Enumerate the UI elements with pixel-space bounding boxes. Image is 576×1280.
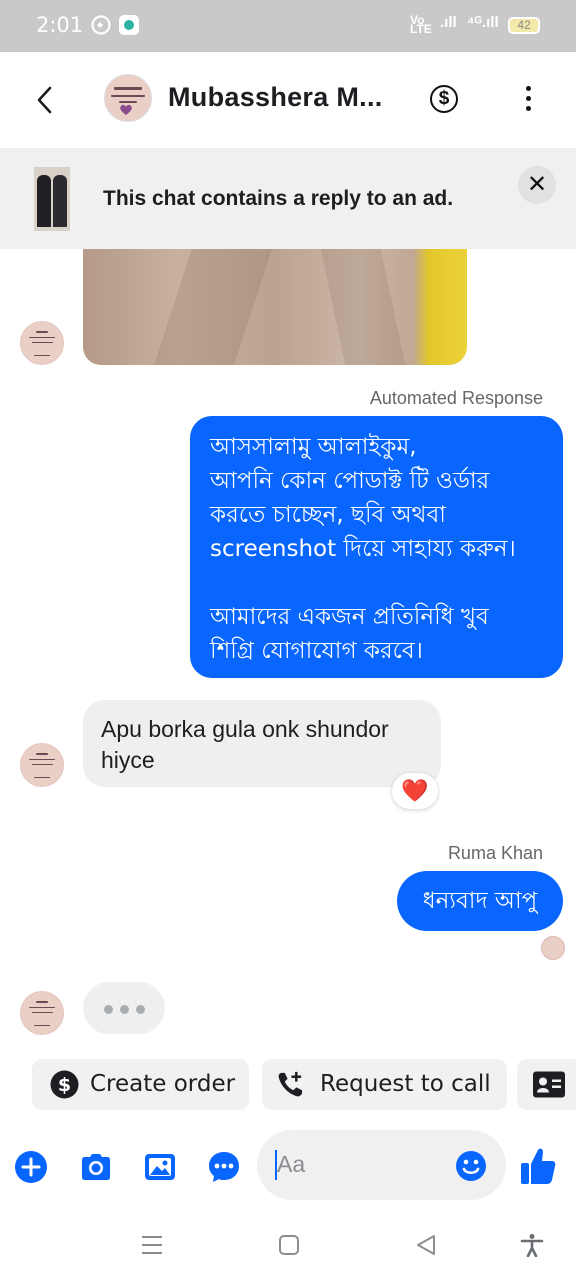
close-icon[interactable]: ✕ — [518, 166, 556, 204]
chat-header: Mubasshera M... $ — [0, 52, 576, 146]
message-input-placeholder: Aa — [277, 1151, 306, 1177]
contact-avatar-small — [20, 321, 64, 365]
chat-bubble-icon[interactable] — [207, 1150, 241, 1184]
message-line: করতে চাচ্ছেন, ছবি অথবা — [210, 502, 446, 528]
accessibility-icon[interactable] — [520, 1233, 544, 1257]
back-arrow-icon[interactable] — [34, 86, 56, 114]
plus-icon[interactable] — [14, 1150, 48, 1184]
image-message[interactable] — [83, 249, 467, 365]
system-nav-bar — [0, 1208, 576, 1280]
request-call-label: Request to call — [320, 1071, 491, 1097]
battery-indicator: 42 — [508, 17, 540, 34]
message-text: ধন্যবাদ আপু — [422, 888, 538, 914]
phone-add-icon — [278, 1071, 303, 1097]
signal-strength-1: .ıll — [440, 14, 457, 31]
gallery-icon[interactable] — [143, 1150, 177, 1184]
messenger-chat-screen: 2:01 Vo LTE .ıll ⁴ᴳ.ıll 42 Mubasshera M.… — [0, 0, 576, 1280]
ad-banner-text: This chat contains a reply to an ad. — [103, 187, 454, 210]
automated-response-label: Automated Response — [369, 388, 543, 408]
message-text: Apu borka gula onk shundor hiyce — [101, 716, 389, 773]
message-line: screenshot দিয়ে সাহায্য করুন। — [210, 536, 516, 562]
contact-name[interactable]: Mubasshera M... — [168, 82, 383, 113]
outgoing-message[interactable]: আসসালামু আলাইকুম, আপনি কোন পোডাক্ট টি ওর… — [190, 416, 563, 678]
recent-apps-icon[interactable] — [140, 1233, 164, 1257]
ad-reply-banner: This chat contains a reply to an ad. — [0, 148, 576, 249]
heart-reaction-icon[interactable]: ❤️ — [392, 773, 438, 809]
contact-card-button[interactable] — [517, 1059, 576, 1110]
thumbs-up-icon[interactable] — [520, 1146, 556, 1186]
signal-strength-2: ⁴ᴳ.ıll — [467, 14, 499, 31]
contact-avatar[interactable] — [104, 74, 152, 122]
more-vertical-icon[interactable] — [516, 84, 540, 114]
sync-icon — [91, 15, 111, 35]
contact-avatar-small — [20, 743, 64, 787]
incoming-message[interactable]: Apu borka gula onk shundor hiyce — [83, 700, 441, 787]
create-order-button[interactable]: $ Create order — [32, 1059, 249, 1110]
dollar-circle-icon[interactable]: $ — [430, 85, 458, 113]
message-line: আসসালামু আলাইকুম, — [210, 434, 417, 460]
status-time: 2:01 — [36, 13, 84, 37]
status-bar: 2:01 Vo LTE .ıll ⁴ᴳ.ıll 42 — [0, 0, 576, 52]
message-line: শিগ্রি যোগাযোগ করবে। — [210, 638, 423, 664]
message-input[interactable]: Aa — [257, 1130, 506, 1200]
contact-card-icon — [533, 1071, 565, 1098]
sender-label: Ruma Khan — [447, 843, 543, 863]
home-icon[interactable] — [277, 1233, 301, 1257]
create-order-label: Create order — [90, 1071, 236, 1097]
dollar-icon: $ — [50, 1070, 79, 1099]
message-line: আপনি কোন পোডাক্ট টি ওর্ডার — [210, 468, 490, 494]
seen-receipt-avatar — [541, 936, 565, 960]
request-call-button[interactable]: Request to call — [262, 1059, 507, 1110]
contact-avatar-small — [20, 991, 64, 1035]
back-nav-icon[interactable] — [414, 1233, 438, 1257]
svg-text:$: $ — [58, 1074, 71, 1096]
emoji-icon[interactable] — [455, 1150, 487, 1182]
message-line: আমাদের একজন প্রতিনিধি খুব — [210, 604, 489, 630]
ad-thumbnail[interactable] — [34, 167, 70, 231]
camera-icon[interactable] — [79, 1150, 113, 1184]
typing-indicator — [83, 982, 165, 1034]
app-notification-icon — [119, 15, 139, 35]
outgoing-message[interactable]: ধন্যবাদ আপু — [397, 871, 563, 931]
volte-indicator: Vo LTE — [410, 13, 432, 36]
